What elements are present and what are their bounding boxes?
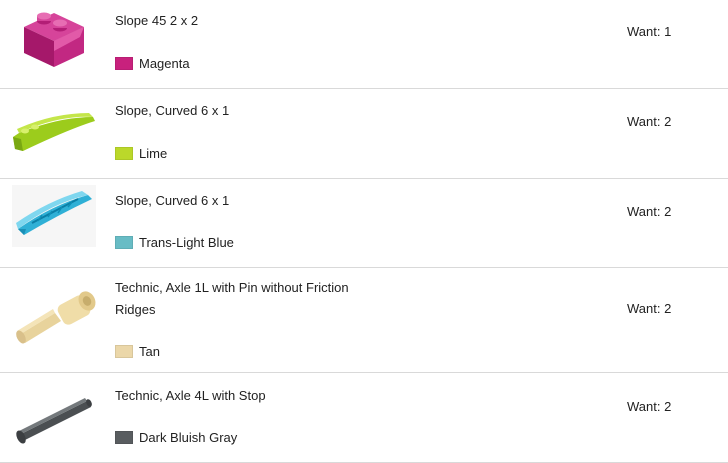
list-item[interactable]: Technic, Axle 1L with Pin without Fricti…	[0, 268, 728, 373]
part-color-label: Lime	[139, 145, 168, 161]
color-swatch	[115, 344, 133, 358]
part-name: Technic, Axle 4L with Stop	[115, 388, 266, 403]
part-name: Technic, Axle 1L with Pin without Fricti…	[115, 280, 349, 317]
color-swatch	[115, 235, 133, 249]
technic-axle-4l-part-icon	[8, 381, 100, 453]
part-color-label: Tan	[139, 343, 160, 359]
technic-axle-pin-part-icon	[8, 284, 100, 356]
list-item[interactable]: Slope, Curved 6 x 1 Trans-Light Blue Wan…	[0, 179, 728, 268]
list-item[interactable]: Slope 45 2 x 2 Magenta Want: 1	[0, 0, 728, 89]
color-swatch	[115, 146, 133, 160]
want-quantity: Want: 2	[627, 301, 672, 316]
part-color: Tan	[115, 342, 160, 360]
part-name: Slope 45 2 x 2	[115, 13, 199, 28]
color-swatch	[115, 430, 133, 444]
parts-list: Slope 45 2 x 2 Magenta Want: 1 Slope, Cu…	[0, 0, 728, 463]
want-quantity: Want: 2	[627, 204, 672, 219]
list-item[interactable]: Slope, Curved 6 x 1 Lime Want: 2	[0, 89, 728, 179]
want-quantity: Want: 2	[627, 114, 672, 129]
part-color-label: Dark Bluish Gray	[139, 429, 238, 445]
slope-45-2x2-part-icon	[8, 6, 100, 78]
slope-curved-6x1-trans-part-icon	[12, 185, 96, 247]
part-color: Trans-Light Blue	[115, 233, 234, 251]
want-quantity: Want: 1	[627, 24, 672, 39]
color-swatch	[115, 56, 133, 70]
part-color-label: Magenta	[139, 55, 190, 71]
part-color-label: Trans-Light Blue	[139, 234, 234, 250]
part-name: Slope, Curved 6 x 1	[115, 103, 230, 118]
part-color: Lime	[115, 144, 167, 162]
part-name: Slope, Curved 6 x 1	[115, 193, 230, 208]
part-color: Dark Bluish Gray	[115, 428, 237, 446]
part-color: Magenta	[115, 54, 190, 72]
slope-curved-6x1-part-icon	[8, 97, 100, 169]
want-quantity: Want: 2	[627, 399, 672, 414]
list-item[interactable]: Technic, Axle 4L with Stop Dark Bluish G…	[0, 373, 728, 463]
